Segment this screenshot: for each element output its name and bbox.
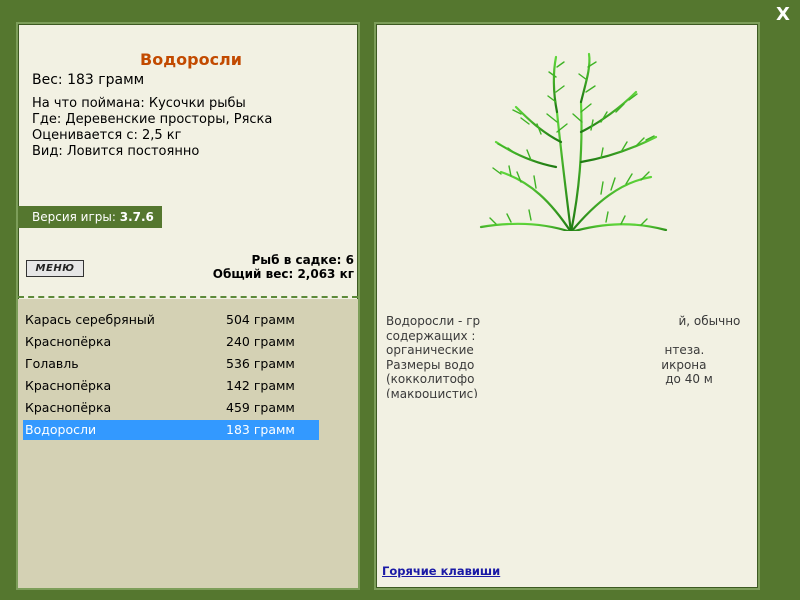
list-item-selected[interactable]: Водоросли 183 грамм (23, 420, 319, 440)
list-item[interactable]: Краснопёрка 240 грамм (23, 332, 319, 352)
list-item[interactable]: Краснопёрка 142 грамм (23, 376, 319, 396)
list-item-weight: 240 грамм (226, 334, 295, 349)
list-item-weight: 459 грамм (226, 400, 295, 415)
divider (18, 296, 358, 298)
fish-value: Оценивается с: 2,5 кг (32, 128, 182, 143)
list-item-name: Краснопёрка (25, 334, 112, 349)
list-item-name: Краснопёрка (25, 378, 112, 393)
description-line: содержащих : (386, 328, 476, 343)
list-item-name: Краснопёрка (25, 400, 112, 415)
menu-button[interactable]: МЕНЮ (26, 260, 84, 277)
fish-title: Водоросли (140, 50, 242, 69)
algae-plant-image (461, 52, 691, 252)
description-line: (кокколитофо до 40 м (386, 372, 713, 386)
list-item[interactable]: Краснопёрка 459 грамм (23, 398, 319, 418)
fish-kind: Вид: Ловится постоянно (32, 144, 200, 159)
description-text: Водоросли - гр й, обычно содержащих : ор… (386, 314, 748, 398)
cage-total-weight: Общий вес: 2,063 кг (212, 267, 354, 281)
description-line: Водоросли - гр й, обычно (386, 314, 741, 328)
version-label: Версия игры: (32, 210, 120, 224)
fish-info-panel: Водоросли Вес: 183 грамм На что поймана:… (16, 22, 360, 590)
list-item[interactable]: Голавль 536 грамм (23, 354, 319, 374)
list-item-name: Карась серебряный (25, 312, 155, 327)
fish-weight: Вес: 183 грамм (32, 72, 145, 88)
catch-list: Карась серебряный 504 грамм Краснопёрка … (18, 299, 358, 588)
list-item-weight: 504 грамм (226, 312, 295, 327)
list-item-weight: 142 грамм (226, 378, 295, 393)
description-line: Размеры водо икрона (386, 357, 707, 372)
close-icon: X (776, 4, 790, 25)
fish-bait: На что поймана: Кусочки рыбы (32, 96, 246, 111)
version-value: 3.7.6 (119, 210, 154, 224)
fish-location: Где: Деревенские просторы, Ряска (32, 112, 273, 127)
list-item-weight: 183 грамм (226, 422, 295, 437)
description-line: органические нтеза. (386, 343, 705, 357)
list-item-name: Водоросли (25, 422, 97, 437)
list-item-name: Голавль (25, 356, 79, 371)
description-line: (макроцистис) (386, 386, 478, 399)
list-item-weight: 536 грамм (226, 356, 295, 371)
version-badge: Версия игры: 3.7.6 (18, 206, 162, 228)
description-panel: Водоросли - гр й, обычно содержащих : ор… (374, 22, 760, 590)
list-item[interactable]: Карась серебряный 504 грамм (23, 310, 319, 330)
cage-fish-count: Рыб в садке: 6 (251, 253, 355, 267)
close-button[interactable]: X (773, 5, 793, 25)
hotkeys-link[interactable]: Горячие клавиши (382, 564, 500, 578)
